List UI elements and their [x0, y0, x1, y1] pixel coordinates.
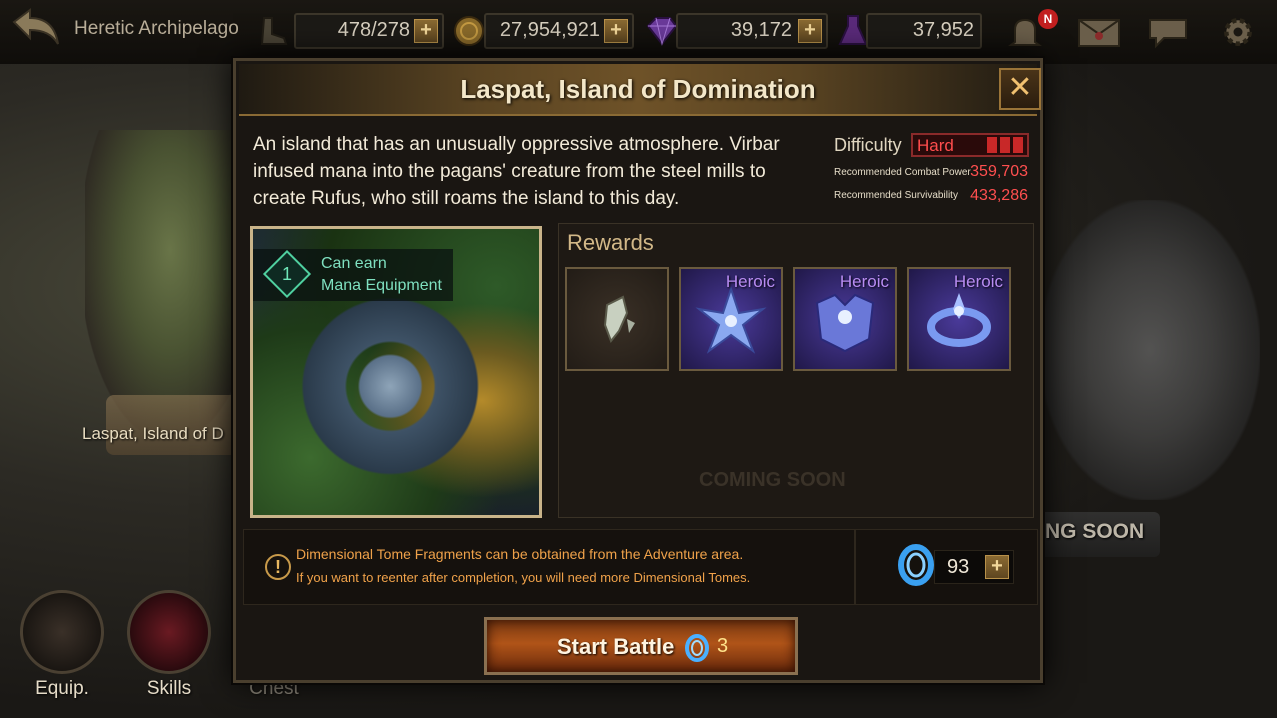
gold-value: 27,954,921 [499, 19, 600, 41]
start-battle-cost: 3 [717, 635, 729, 657]
difficulty-box: Hard [911, 133, 1029, 157]
gold-coin-icon [454, 16, 484, 46]
backpack-icon [20, 590, 104, 674]
coming-soon-faded: COMING SOON [699, 469, 846, 491]
dimensional-tome-icon [898, 544, 934, 586]
earn-number: 1 [281, 264, 292, 284]
rewards-panel: Rewards Heroic Heroic Heroic COMING SOON [558, 223, 1034, 518]
gem-icon [646, 17, 678, 46]
top-bar: Heretic Archipelago 478/278 + 27,954,921… [0, 0, 1277, 64]
boot-icon [260, 17, 288, 45]
fragment-icon [603, 295, 635, 343]
modal-title: Laspat, Island of Domination [460, 74, 816, 104]
reward-item-3[interactable]: Heroic [793, 267, 897, 371]
notification-badge: N [1038, 9, 1058, 29]
stage-preview-image: 1 Can earn Mana Equipment [250, 226, 542, 518]
crystal-counter: 37,952 [866, 13, 982, 49]
difficulty-value: Hard [917, 136, 954, 155]
region-name: Heretic Archipelago [74, 18, 239, 39]
nav-skills-label: Skills [146, 678, 192, 699]
island-laspat[interactable] [85, 130, 255, 430]
back-arrow-icon [12, 8, 59, 45]
gear-icon[interactable] [1216, 14, 1260, 50]
nav-skills[interactable]: Skills [127, 590, 211, 700]
earn-line-1: Can earn [321, 255, 387, 272]
gold-plus-button[interactable]: + [604, 19, 628, 43]
gem-value: 39,172 [730, 19, 792, 41]
reward-item-1[interactable] [565, 267, 669, 371]
earn-text: Can earn Mana Equipment [321, 253, 442, 297]
tome-counter: 93 + [934, 550, 1014, 584]
mail-icon[interactable] [1076, 14, 1122, 50]
earn-info: 1 Can earn Mana Equipment [253, 249, 453, 301]
close-button[interactable]: ✕ [999, 68, 1041, 110]
stamina-counter: 478/278 + [294, 13, 444, 49]
gold-counter: 27,954,921 + [484, 13, 634, 49]
crystal-flask-icon [838, 15, 868, 45]
difficulty-bar-1 [987, 137, 997, 153]
info-line-1: Dimensional Tome Fragments can be obtain… [296, 546, 744, 562]
back-button[interactable] [10, 8, 62, 54]
crystal-value: 37,952 [912, 19, 974, 41]
gem-plus-button[interactable]: + [798, 19, 822, 43]
island-locked [1040, 200, 1260, 500]
gem-counter: 39,172 + [676, 13, 828, 49]
reward-grade: Heroic [839, 272, 889, 291]
coming-soon-label: NG SOON [1045, 520, 1145, 543]
stamina-value: 478/278 [337, 19, 410, 41]
start-battle-label: Start Battle [557, 634, 675, 659]
dimensional-tome-icon [685, 634, 709, 662]
stamina-plus-button[interactable]: + [414, 19, 438, 43]
difficulty-label: Difficulty [834, 135, 902, 155]
start-battle-button[interactable]: Start Battle 3 [484, 617, 798, 675]
difficulty-bar-2 [1000, 137, 1010, 153]
divider [854, 530, 856, 604]
rewards-title: Rewards [567, 230, 654, 255]
rec-survivability-value: 433,286 [970, 187, 1028, 204]
reward-item-2[interactable]: Heroic [679, 267, 783, 371]
reward-grade: Heroic [953, 272, 1003, 291]
earn-number-badge: 1 [262, 249, 312, 299]
info-strip: ! Dimensional Tome Fragments can be obta… [243, 529, 1038, 605]
warning-icon: ! [265, 554, 291, 580]
tome-plus-button[interactable]: + [985, 555, 1009, 579]
stage-description: An island that has an unusually oppressi… [253, 134, 780, 209]
rec-power-value: 359,703 [970, 163, 1028, 180]
island-label: Laspat, Island of D [82, 424, 224, 443]
reward-grade: Heroic [725, 272, 775, 291]
modal-header: Laspat, Island of Domination ✕ [239, 64, 1041, 116]
earn-line-2: Mana Equipment [321, 277, 442, 294]
nav-equip-label: Equip. [35, 678, 89, 699]
chat-icon[interactable] [1146, 14, 1192, 50]
info-line-2: If you want to reenter after completion,… [296, 570, 751, 585]
difficulty-bar-3 [1013, 137, 1023, 153]
reward-item-4[interactable]: Heroic [907, 267, 1011, 371]
tome-count-value: 93 [947, 556, 970, 578]
nav-equip[interactable]: Equip. [20, 590, 104, 700]
spellbook-icon [127, 590, 211, 674]
stage-modal: Laspat, Island of Domination ✕ An island… [233, 58, 1043, 683]
